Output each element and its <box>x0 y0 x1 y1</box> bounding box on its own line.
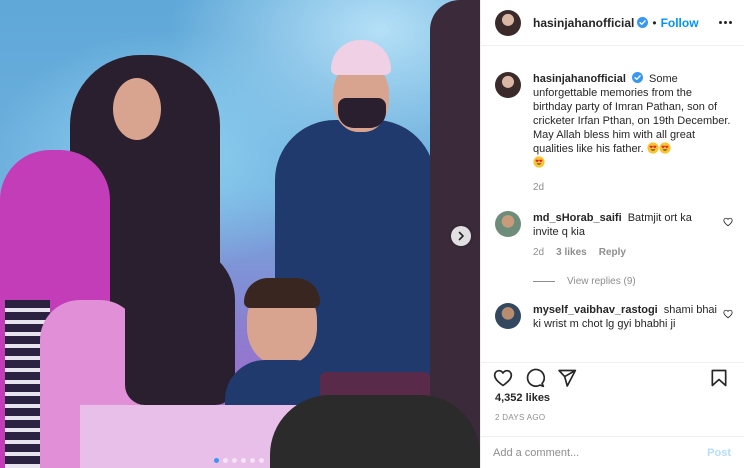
action-bar <box>481 362 744 392</box>
more-dot <box>719 21 722 24</box>
carousel-dot <box>250 458 255 463</box>
author-avatar[interactable] <box>495 9 521 36</box>
carousel-dot <box>223 458 228 463</box>
photo-cap <box>331 40 391 75</box>
post-panel: hasinjahanofficial • Follow hasinjahanof… <box>480 0 744 468</box>
view-replies-button[interactable]: View replies (9) <box>533 276 733 287</box>
likes-count[interactable]: 4,352 likes <box>495 392 550 404</box>
comment-meta: 2d 3 likes Reply <box>533 246 717 260</box>
heart-eyes-emoji-icon <box>533 156 545 168</box>
photo-mask <box>338 98 386 128</box>
comment-body: md_sHorab_saifi Batmjit ort ka invite q … <box>533 211 717 260</box>
comment-item: md_sHorab_saifi Batmjit ort ka invite q … <box>495 211 733 260</box>
comment-likes[interactable]: 3 likes <box>556 246 587 260</box>
comment-username[interactable]: myself_vaibhav_rastogi <box>533 304 658 316</box>
follow-button[interactable]: Follow <box>661 16 699 30</box>
photo-face-woman <box>113 78 161 140</box>
verified-badge-icon <box>631 72 643 83</box>
photo-girl-hair <box>125 245 235 405</box>
caption-meta: 2d <box>533 181 733 195</box>
comment-body: myself_vaibhav_rastogi shami bhai ki wri… <box>533 303 717 331</box>
carousel-dot <box>259 458 264 463</box>
like-comment-heart-icon[interactable] <box>723 309 733 319</box>
post-photo <box>0 0 480 468</box>
heart-eyes-emoji-icon <box>659 142 671 154</box>
comment-item: myself_vaibhav_rastogi shami bhai ki wri… <box>495 303 733 331</box>
like-heart-icon[interactable] <box>493 368 513 388</box>
comment-time: 2d <box>533 247 545 258</box>
post-header: hasinjahanofficial • Follow <box>481 0 744 46</box>
caption-text: Some unforgettable memories from the bir… <box>533 73 731 155</box>
next-slide-button[interactable] <box>451 226 471 246</box>
caption: hasinjahanofficial Some unforgettable me… <box>495 72 733 195</box>
comment-bubble-icon[interactable] <box>525 368 545 388</box>
post-timestamp: 2 DAYS AGO <box>495 413 546 422</box>
more-dot <box>729 21 732 24</box>
caption-body: hasinjahanofficial Some unforgettable me… <box>533 72 733 195</box>
header-separator: • <box>652 15 657 30</box>
comments-list: hasinjahanofficial Some unforgettable me… <box>481 46 744 362</box>
view-replies-label: View replies (9) <box>567 276 636 287</box>
commenter-avatar[interactable] <box>495 303 521 329</box>
chevron-right-icon <box>458 231 464 241</box>
like-comment-heart-icon[interactable] <box>723 217 733 227</box>
commenter-avatar[interactable] <box>495 211 521 237</box>
reply-button[interactable]: Reply <box>599 246 626 260</box>
heart-eyes-emoji-icon <box>647 142 659 154</box>
comment-username[interactable]: md_sHorab_saifi <box>533 212 622 224</box>
photo-bottom-shadow <box>270 395 480 468</box>
add-comment-bar: Add a comment... Post <box>481 436 744 468</box>
photo-boy-hair <box>244 278 320 308</box>
verified-badge-icon <box>637 17 649 28</box>
carousel-dot <box>214 458 219 463</box>
share-send-icon[interactable] <box>557 368 577 388</box>
more-dot <box>724 21 727 24</box>
carousel-dot <box>232 458 237 463</box>
more-options-icon[interactable] <box>719 21 732 24</box>
save-bookmark-icon[interactable] <box>709 368 729 388</box>
caption-username[interactable]: hasinjahanofficial <box>533 73 626 85</box>
author-username[interactable]: hasinjahanofficial <box>533 16 634 30</box>
replies-divider <box>533 281 555 282</box>
post-comment-button[interactable]: Post <box>707 447 731 459</box>
author-avatar[interactable] <box>495 72 521 98</box>
add-comment-input[interactable]: Add a comment... <box>493 447 579 459</box>
caption-time: 2d <box>533 182 545 193</box>
carousel-dot <box>241 458 246 463</box>
carousel-indicator <box>214 458 264 463</box>
